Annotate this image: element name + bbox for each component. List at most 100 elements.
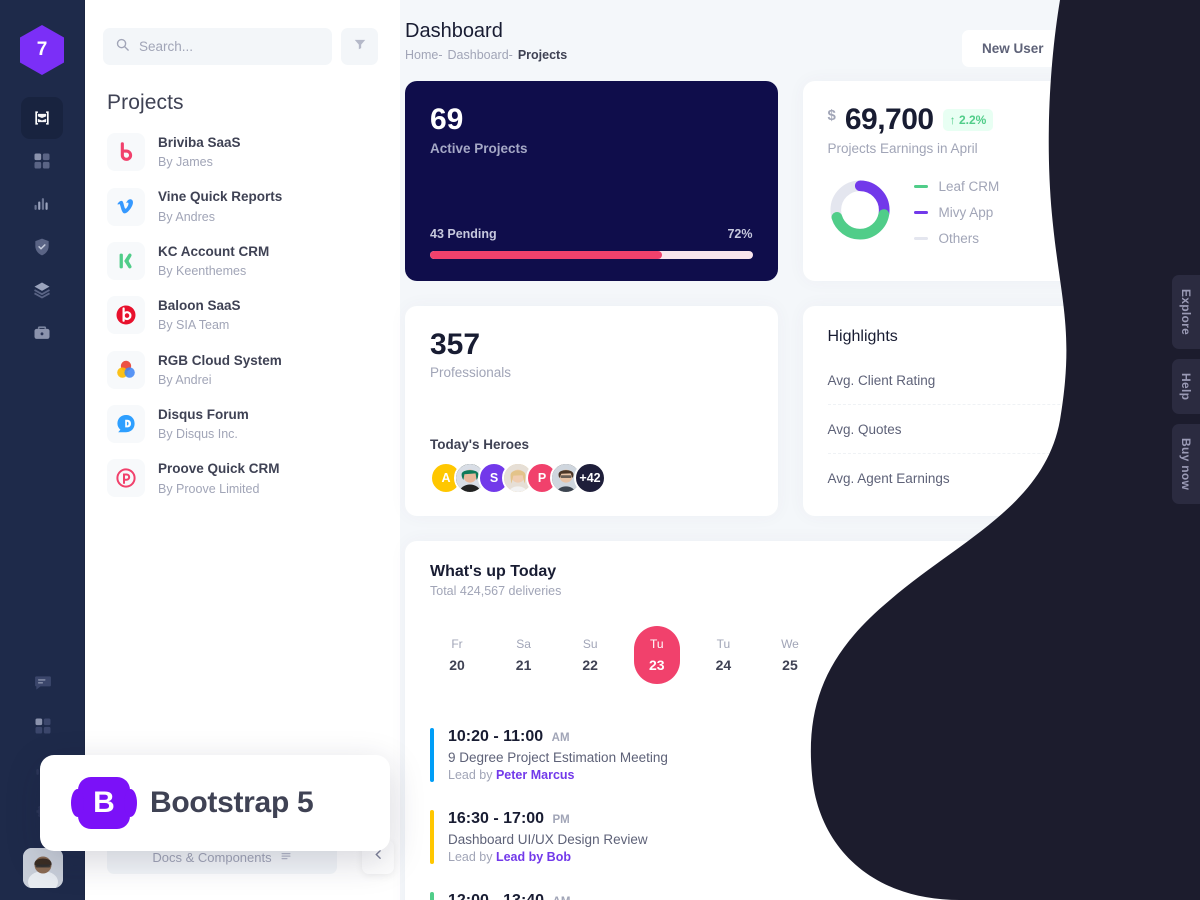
- highlight-suffix: /10: [1131, 372, 1150, 388]
- day-weekday: Tu: [716, 637, 731, 651]
- highlight-value: 730: [1126, 421, 1150, 437]
- list-item-title: RGB Cloud System: [158, 352, 282, 368]
- day-item[interactable]: Tu 24: [700, 626, 746, 684]
- day-number: 24: [715, 657, 732, 673]
- app-logo[interactable]: 7: [20, 25, 64, 75]
- list-item: 16:30 - 17:00 PM Dashboard UI/UX Design …: [430, 796, 1150, 878]
- search-box[interactable]: [103, 28, 332, 65]
- search-input[interactable]: [139, 39, 320, 54]
- new-goal-button[interactable]: New Goal: [1073, 30, 1175, 67]
- whats-up-header: What's up Today Total 424,567 deliveries…: [430, 563, 1150, 598]
- whats-up-title: What's up Today: [430, 563, 557, 580]
- avatar-more[interactable]: +42: [574, 462, 606, 494]
- new-user-button[interactable]: New User: [961, 30, 1064, 67]
- legend-label: Others: [938, 231, 980, 246]
- day-weekday: Th: [849, 637, 864, 651]
- view-button[interactable]: View: [1084, 737, 1150, 773]
- menu-icon: [280, 850, 292, 865]
- list-item[interactable]: Disqus Forum By Disqus Inc.: [85, 397, 400, 451]
- highlight-label: Avg. Agent Earnings: [827, 470, 950, 486]
- professionals-count: 357: [430, 328, 481, 361]
- rail-item-security[interactable]: [21, 226, 63, 268]
- layers-icon: [32, 280, 52, 300]
- search-icon: [115, 37, 130, 57]
- tab-help[interactable]: Help: [1172, 359, 1200, 415]
- event-lead: Lead by Peter Marcus: [448, 768, 1085, 782]
- breadcrumb-item[interactable]: Dashboard-: [448, 48, 513, 62]
- list-item[interactable]: RGB Cloud System By Andrei: [85, 343, 400, 397]
- list-item-subtitle: By Proove Limited: [158, 481, 260, 496]
- list-item[interactable]: Proove Quick CRM By Proove Limited: [85, 451, 400, 505]
- professionals-label: Professionals: [430, 365, 512, 380]
- tab-explore[interactable]: Explore: [1172, 275, 1200, 350]
- event-color-bar: [430, 810, 434, 864]
- event-time-row: 16:30 - 17:00 PM: [448, 810, 1085, 828]
- avatar[interactable]: [22, 848, 63, 888]
- header-left: Dashboard Home- Dashboard- Projects: [405, 18, 567, 62]
- day-number: 20: [449, 657, 465, 673]
- rail-item-projects[interactable]: [21, 312, 63, 354]
- active-projects-card: 69 Active Projects 43 Pending 72%: [405, 81, 778, 281]
- stats-row-2: 357 Professionals Today's Heroes A S P +…: [405, 306, 1175, 516]
- list-item[interactable]: Briviba SaaS By James: [85, 125, 400, 179]
- legend-row: Others $45,257: [913, 231, 1150, 246]
- heroes-title: Today's Heroes: [430, 437, 529, 452]
- earnings-donut-chart: [828, 178, 892, 247]
- list-item-title: Vine Quick Reports: [158, 189, 283, 205]
- event-time-row: 12:00 - 13:40 AM: [448, 892, 1085, 900]
- rail-item-messages[interactable]: [22, 662, 64, 704]
- legend-value: $45,257: [1101, 231, 1150, 246]
- day-selector: Fr 20 Sa 21 Su 22 Tu 23 Tu 24 We 25 Th 2…: [430, 626, 1150, 684]
- side-tabs: Explore Help Buy now: [1158, 275, 1200, 505]
- list-item-subtitle: By Andres: [158, 209, 215, 224]
- day-item[interactable]: Mo 30: [1100, 626, 1146, 684]
- event-body: 10:20 - 11:00 AM 9 Degree Project Estima…: [448, 728, 1085, 782]
- rail-item-apps[interactable]: [22, 705, 64, 747]
- docs-label: Docs & Components: [152, 849, 272, 865]
- briviba-logo: [107, 133, 145, 172]
- list-item-subtitle: By Andrei: [158, 372, 212, 387]
- view-button[interactable]: View: [1084, 893, 1150, 900]
- list-item: 10:20 - 11:00 AM 9 Degree Project Estima…: [430, 714, 1150, 796]
- day-item-active[interactable]: Tu 23: [633, 626, 680, 684]
- filter-button[interactable]: [341, 28, 378, 65]
- day-number: 21: [515, 657, 532, 673]
- day-weekday: We: [781, 637, 799, 651]
- rail-item-dashboard[interactable]: [21, 140, 63, 182]
- legend-swatch: [913, 185, 928, 188]
- event-lead-link[interactable]: Peter Marcus: [496, 768, 575, 782]
- event-lead-link[interactable]: Lead by Bob: [496, 850, 571, 864]
- arrow-up-icon: ↑: [949, 113, 956, 127]
- day-item[interactable]: Fri 27: [900, 626, 946, 684]
- whats-up-subtitle: Total 424,567 deliveries: [430, 584, 562, 598]
- earnings-delta: 2.2%: [958, 113, 987, 127]
- grid-icon: [32, 151, 52, 171]
- day-item[interactable]: We 25: [767, 626, 813, 684]
- day-item[interactable]: Sa 21: [501, 626, 547, 684]
- list-item-title: Baloon SaaS: [158, 298, 241, 314]
- day-weekday: Mo: [1114, 637, 1132, 651]
- view-button[interactable]: View: [1084, 819, 1150, 855]
- highlight-label: Avg. Quotes: [827, 421, 902, 437]
- day-item[interactable]: Su 22: [567, 626, 613, 684]
- report-center-button[interactable]: Report Cecnter: [1024, 563, 1150, 598]
- list-item[interactable]: Baloon SaaS By SIA Team: [85, 288, 400, 342]
- day-number: 30: [1115, 657, 1131, 673]
- beats-logo: [107, 296, 145, 335]
- header-actions: New User New Goal: [961, 18, 1175, 67]
- breadcrumb-item[interactable]: Home-: [405, 48, 443, 62]
- event-time: 10:20 - 11:00: [448, 728, 544, 745]
- day-item[interactable]: Fr 20: [434, 626, 480, 684]
- event-lead-prefix: Lead by: [448, 768, 496, 782]
- highlight-label: Avg. Client Rating: [827, 372, 936, 388]
- filter-icon: [353, 37, 367, 56]
- list-item[interactable]: KC Account CRM By Keenthemes: [85, 234, 400, 288]
- rail-item-analytics[interactable]: [21, 183, 63, 225]
- day-item[interactable]: Su 29: [1033, 626, 1079, 684]
- list-item[interactable]: Vine Quick Reports By Andres: [85, 179, 400, 233]
- day-item[interactable]: Th 26: [834, 626, 880, 684]
- tab-buy-now[interactable]: Buy now: [1172, 424, 1200, 505]
- day-item[interactable]: Sa 28: [967, 626, 1013, 684]
- rail-item-layers[interactable]: [21, 269, 63, 311]
- rail-item-design[interactable]: [21, 97, 63, 139]
